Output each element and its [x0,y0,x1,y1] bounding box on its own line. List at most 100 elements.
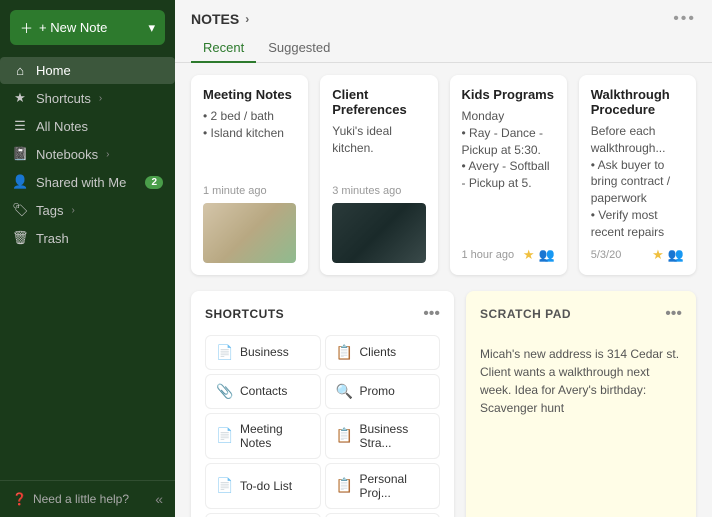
sidebar-item-trash[interactable]: 🗑 Trash [0,224,175,252]
sidebar-item-shortcuts-label: Shortcuts [36,91,91,106]
home-icon: ⌂ [12,63,28,78]
note-card-walkthrough[interactable]: Walkthrough Procedure Before each walkth… [579,75,696,275]
sidebar: ＋ + New Note ▾ ⌂ Home ★ Shortcuts › ☰ Al… [0,0,175,517]
clipboard-icon-2: 📋 [336,427,352,444]
sidebar-item-trash-label: Trash [36,231,69,246]
sidebar-item-shared[interactable]: 👤 Shared with Me 2 [0,168,175,196]
scratch-pad: SCRATCH PAD ••• Micah's new address is 3… [466,291,696,517]
scratch-pad-title: SCRATCH PAD [480,307,571,321]
shortcut-business-stra[interactable]: 📋 Business Stra... [325,413,441,459]
bottom-row: SHORTCUTS ••• 📄 Business 📋 Clients 📎 Con… [191,291,696,517]
note-icons: ★ 👥 [523,247,555,263]
sidebar-item-notebooks[interactable]: 📓 Notebooks › [0,140,175,168]
note-body: Before each walkthrough... • Ask buyer t… [591,123,684,241]
note-time: 1 hour ago [462,249,515,261]
sidebar-item-shared-label: Shared with Me [36,175,126,190]
sidebar-item-tags-label: Tags [36,203,63,218]
new-note-label: + New Note [39,20,107,35]
sidebar-item-home-label: Home [36,63,71,78]
sidebar-item-notebooks-label: Notebooks [36,147,98,162]
note-card-meeting-notes[interactable]: Meeting Notes • 2 bed / bath • Island ki… [191,75,308,275]
note-card-kids-programs[interactable]: Kids Programs Monday • Ray - Dance - Pic… [450,75,567,275]
clipboard-icon-3: 📋 [336,477,352,494]
shortcut-clients[interactable]: 📋 Clients [325,335,441,370]
note-time: 3 minutes ago [332,185,425,197]
star-icon: ★ [652,247,664,263]
document-icon-3: 📄 [216,477,232,494]
main-header: NOTES › ••• [175,0,712,34]
shortcut-label: Clients [360,345,397,359]
chevron-right-icon-3: › [71,205,74,216]
note-time: 1 minute ago [203,185,296,197]
notes-icon: ☰ [12,118,28,134]
sidebar-nav: ⌂ Home ★ Shortcuts › ☰ All Notes 📓 Noteb… [0,53,175,480]
note-title: Meeting Notes [203,87,296,102]
shortcut-maui[interactable]: 🔍 Maui [205,513,321,517]
collapse-icon[interactable]: « [155,491,163,507]
note-body: Yuki's ideal kitchen. [332,123,425,179]
shortcut-todo[interactable]: 📄 To-do List [205,463,321,509]
shortcut-leads[interactable]: 📎 Leads [325,513,441,517]
note-title: Walkthrough Procedure [591,87,684,117]
sidebar-item-home[interactable]: ⌂ Home [0,57,175,84]
shortcut-meeting-notes[interactable]: 📄 Meeting Notes [205,413,321,459]
shortcut-business[interactable]: 📄 Business [205,335,321,370]
note-body: • 2 bed / bath • Island kitchen [203,108,296,179]
new-note-button[interactable]: ＋ + New Note ▾ [10,10,165,45]
page-title: NOTES › [191,11,249,27]
people-icon: 👥 [539,247,555,263]
chevron-right-icon: › [99,93,102,104]
search-icon: 🔍 [336,383,352,400]
shared-badge: 2 [145,176,163,189]
note-card-client-prefs[interactable]: Client Preferences Yuki's ideal kitchen.… [320,75,437,275]
shortcuts-title: SHORTCUTS [205,307,284,321]
note-title: Client Preferences [332,87,425,117]
note-title: Kids Programs [462,87,555,102]
sidebar-item-all-notes[interactable]: ☰ All Notes [0,112,175,140]
note-image [203,203,296,263]
note-footer: 5/3/20 ★ 👥 [591,247,684,263]
sidebar-item-shortcuts[interactable]: ★ Shortcuts › [0,84,175,112]
question-icon: ❓ [12,492,27,506]
scratch-pad-more-button[interactable]: ••• [665,305,682,323]
document-icon-2: 📄 [216,427,232,444]
help-label: Need a little help? [33,492,129,506]
notes-row: Meeting Notes • 2 bed / bath • Island ki… [191,75,696,275]
note-footer: 1 hour ago ★ 👥 [462,247,555,263]
shortcuts-section: SHORTCUTS ••• 📄 Business 📋 Clients 📎 Con… [191,291,454,517]
help-button[interactable]: ❓ Need a little help? [12,492,129,506]
tabs-bar: Recent Suggested [175,34,712,63]
tab-recent[interactable]: Recent [191,34,256,63]
shortcut-label: Contacts [240,384,287,398]
shortcut-label: Personal Proj... [360,472,430,500]
tab-suggested[interactable]: Suggested [256,34,342,63]
paperclip-icon: 📎 [216,383,232,400]
star-icon: ★ [523,247,535,263]
note-image [332,203,425,263]
header-arrow: › [245,12,249,26]
shortcut-personal-proj[interactable]: 📋 Personal Proj... [325,463,441,509]
shortcut-promo[interactable]: 🔍 Promo [325,374,441,409]
scratch-pad-body[interactable]: Micah's new address is 314 Cedar st. Cli… [480,345,682,417]
document-icon: 📄 [216,344,232,361]
note-body: Monday • Ray - Dance - Pickup at 5:30. •… [462,108,555,241]
trash-icon: 🗑 [12,230,28,246]
sidebar-item-all-notes-label: All Notes [36,119,88,134]
notebooks-icon: 📓 [12,146,28,162]
shortcut-label: Promo [360,384,395,398]
tags-icon: 🏷 [12,202,28,218]
shortcuts-more-button[interactable]: ••• [423,305,440,323]
plus-icon: ＋ [20,18,33,37]
scratch-pad-header: SCRATCH PAD ••• [480,305,682,323]
sidebar-footer: ❓ Need a little help? « [0,480,175,517]
sidebar-item-tags[interactable]: 🏷 Tags › [0,196,175,224]
shortcut-label: Business [240,345,289,359]
shortcut-label: To-do List [240,479,292,493]
shortcuts-icon: ★ [12,90,28,106]
shortcuts-header: SHORTCUTS ••• [205,305,440,323]
shortcut-label: Business Stra... [360,422,430,450]
main-scroll-area: Meeting Notes • 2 bed / bath • Island ki… [175,63,712,517]
shortcut-contacts[interactable]: 📎 Contacts [205,374,321,409]
header-more-button[interactable]: ••• [673,10,696,28]
shared-icon: 👤 [12,174,28,190]
